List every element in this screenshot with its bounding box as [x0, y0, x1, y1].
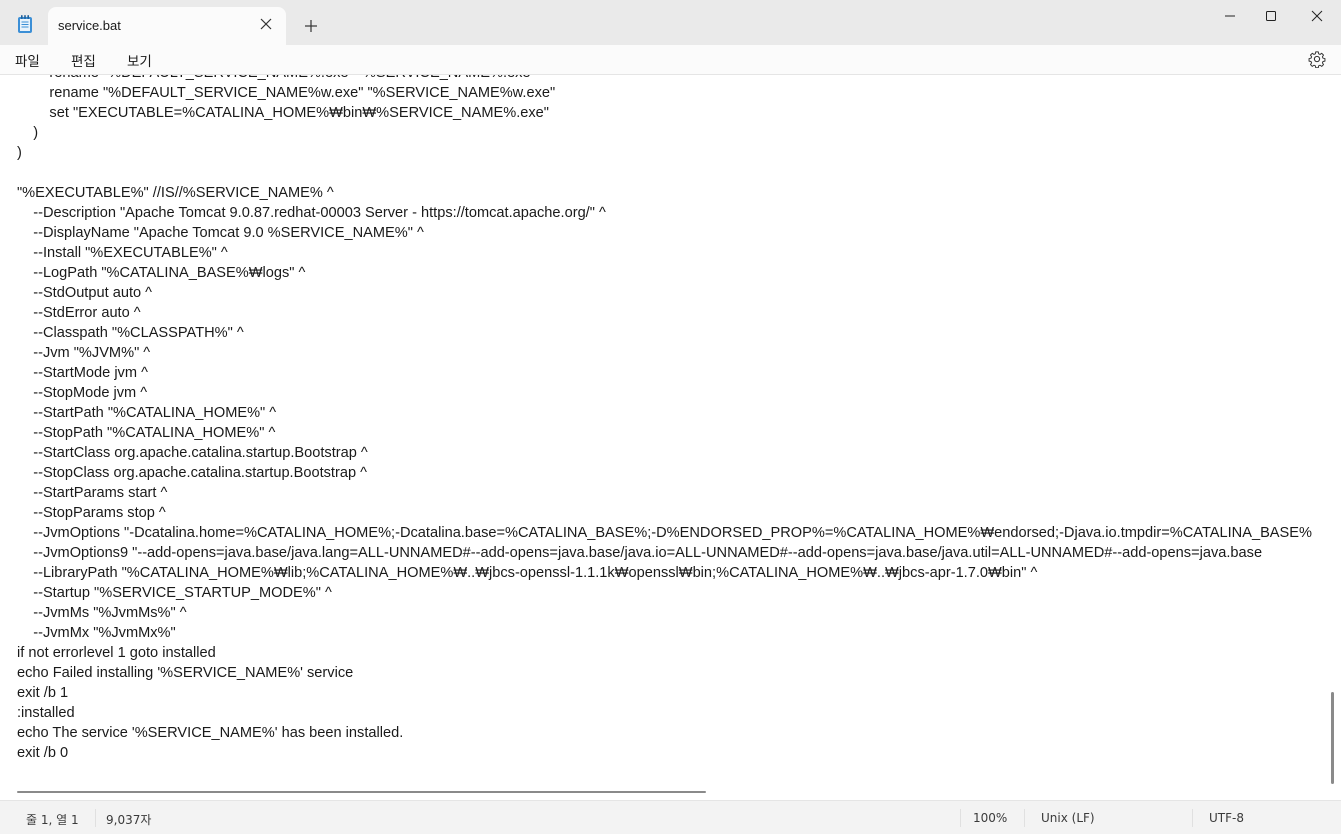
code-line: --StartMode jvm ^ — [17, 365, 148, 381]
code-line: --Description "Apache Tomcat 9.0.87.redh… — [17, 205, 606, 221]
code-line: --Install "%EXECUTABLE%" ^ — [17, 245, 228, 261]
code-line: --StopPath "%CATALINA_HOME%" ^ — [17, 425, 276, 441]
minimize-button[interactable] — [1207, 0, 1253, 32]
code-line: rename "%DEFAULT_SERVICE_NAME%.exe" "%SE… — [17, 75, 1312, 83]
code-line: --StartParams start ^ — [17, 485, 168, 501]
code-line: --StdError auto ^ — [17, 305, 141, 321]
editor-content[interactable]: rename "%DEFAULT_SERVICE_NAME%.exe" "%SE… — [17, 75, 1312, 763]
vertical-scrollbar[interactable] — [1331, 692, 1334, 784]
code-line: --JvmOptions "-Dcatalina.home=%CATALINA_… — [17, 525, 1312, 541]
code-line: "%EXECUTABLE%" //IS//%SERVICE_NAME% ^ — [17, 185, 334, 201]
code-line: --Classpath "%CLASSPATH%" ^ — [17, 325, 244, 341]
line-ending[interactable]: Unix (LF) — [1041, 811, 1095, 825]
minimize-icon — [1225, 15, 1235, 17]
encoding[interactable]: UTF-8 — [1209, 811, 1244, 825]
code-line: --JvmOptions9 "--add-opens=java.base/jav… — [17, 545, 1263, 561]
code-line: --StopClass org.apache.catalina.startup.… — [17, 465, 367, 481]
char-count: 9,037자 — [106, 813, 152, 827]
code-line: set "EXECUTABLE=%CATALINA_HOME%₩bin₩%SER… — [17, 105, 549, 121]
text-editor[interactable]: rename "%DEFAULT_SERVICE_NAME%.exe" "%SE… — [0, 75, 1341, 800]
code-line: --JvmMx "%JvmMx%" — [17, 625, 176, 641]
code-line: ) — [17, 125, 39, 141]
menu-bar: 파일 편집 보기 — [0, 45, 1341, 75]
code-line: exit /b 1 — [17, 685, 69, 701]
maximize-button[interactable] — [1248, 0, 1294, 32]
tab-service-bat[interactable]: service.bat — [48, 7, 286, 45]
close-icon[interactable] — [260, 18, 272, 30]
code-line: exit /b 0 — [17, 745, 69, 761]
code-line: --StopParams stop ^ — [17, 505, 166, 521]
code-line: echo The service '%SERVICE_NAME%' has be… — [17, 725, 404, 741]
code-line: ) — [17, 145, 22, 161]
code-line: --LogPath "%CATALINA_BASE%₩logs" ^ — [17, 265, 306, 281]
tab-title: service.bat — [58, 18, 121, 33]
code-line: --DisplayName "Apache Tomcat 9.0 %SERVIC… — [17, 225, 424, 241]
code-line: rename "%DEFAULT_SERVICE_NAME%w.exe" "%S… — [17, 85, 556, 101]
status-bar: 줄 1, 열 1 9,037자 100% Unix (LF) UTF-8 — [0, 800, 1341, 834]
code-line: --StartPath "%CATALINA_HOME%" ^ — [17, 405, 277, 421]
code-line: --LibraryPath "%CATALINA_HOME%₩lib;%CATA… — [17, 565, 1038, 581]
gear-icon[interactable] — [1308, 50, 1326, 68]
code-line: --StartClass org.apache.catalina.startup… — [17, 445, 368, 461]
code-line: --Startup "%SERVICE_STARTUP_MODE%" ^ — [17, 585, 332, 601]
menu-edit[interactable]: 편집 — [71, 50, 96, 70]
code-line: --Jvm "%JVM%" ^ — [17, 345, 151, 361]
cursor-position[interactable]: 줄 1, 열 1 — [26, 811, 79, 828]
menu-view[interactable]: 보기 — [127, 50, 152, 70]
code-line: --JvmMs "%JvmMs%" ^ — [17, 605, 187, 621]
close-icon — [1311, 10, 1323, 22]
new-tab-icon[interactable] — [301, 16, 321, 36]
maximize-icon — [1266, 11, 1276, 21]
code-line: --StopMode jvm ^ — [17, 385, 148, 401]
notepad-icon — [18, 15, 32, 33]
horizontal-scrollbar[interactable] — [17, 791, 706, 793]
code-line: echo Failed installing '%SERVICE_NAME%' … — [17, 665, 354, 681]
window-close-button[interactable] — [1294, 0, 1340, 32]
title-bar: service.bat — [0, 0, 1341, 45]
code-line: --StdOutput auto ^ — [17, 285, 153, 301]
menu-file[interactable]: 파일 — [15, 50, 40, 70]
zoom-level[interactable]: 100% — [973, 811, 1007, 825]
code-line: if not errorlevel 1 goto installed — [17, 645, 216, 661]
code-line: :installed — [17, 705, 75, 721]
